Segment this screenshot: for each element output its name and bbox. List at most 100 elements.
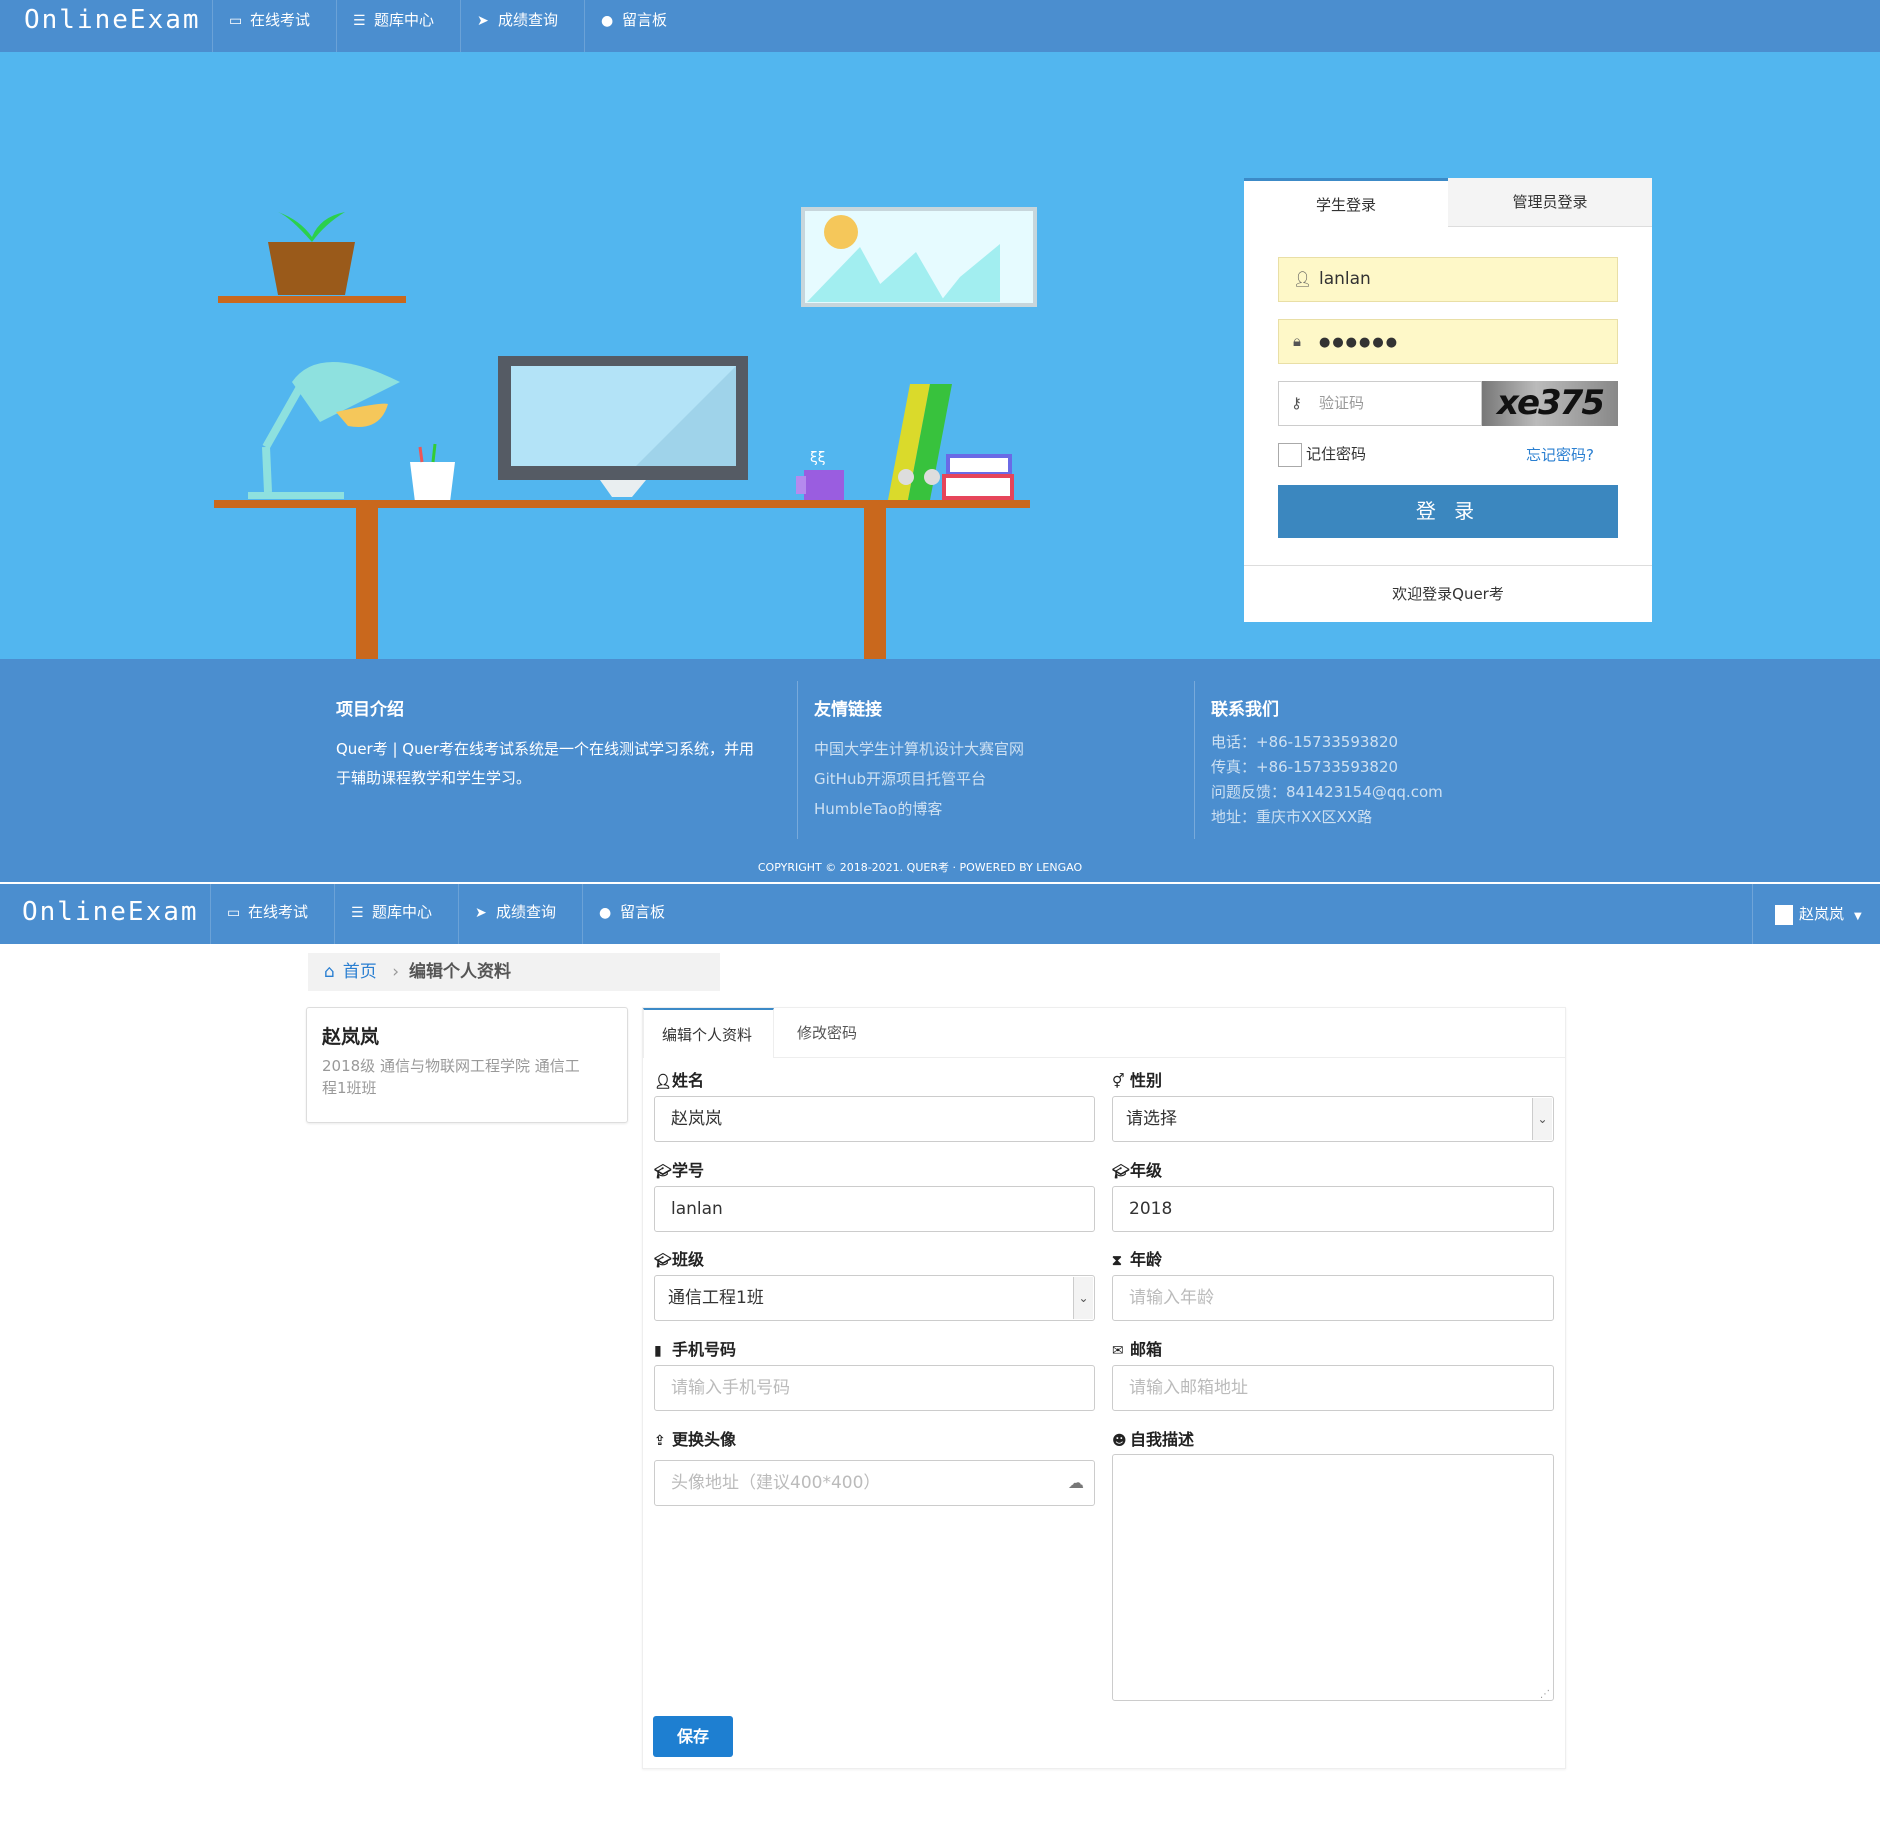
avatar-label: ⇪ 更换头像 bbox=[654, 1426, 736, 1450]
captcha-placeholder: 验证码 bbox=[1319, 394, 1365, 412]
gender-icon: ⚥ bbox=[1112, 1074, 1125, 1090]
login-panel: 学生登录 管理员登录 👤︎ lanlan 🔒︎ ●●●●●● ⚷ 验证码 xe375 … bbox=[1244, 178, 1652, 622]
avatar-input[interactable]: 头像地址（建议400*400） ☁ bbox=[654, 1460, 1095, 1506]
phone-input[interactable]: 请输入手机号码 bbox=[654, 1365, 1095, 1411]
captcha-input[interactable]: ⚷ 验证码 bbox=[1278, 381, 1482, 426]
profile-name: 赵岚岚 bbox=[322, 1026, 380, 1048]
nav-label: 留言板 bbox=[622, 11, 668, 29]
label-text: 自我描述 bbox=[1130, 1430, 1195, 1449]
friend-link[interactable]: 中国大学生计算机设计大赛官网 bbox=[814, 734, 1024, 764]
contact-email: 问题反馈：841423154@qq.com bbox=[1211, 783, 1443, 801]
top-navbar: OnlineExam ▭ 在线考试 ☰ 题库中心 ➤ 成绩查询 ● 留言板 bbox=[0, 0, 1880, 52]
nav-question-bank[interactable]: ☰ 题库中心 bbox=[336, 0, 450, 52]
comment-icon: ● bbox=[599, 905, 612, 921]
friend-link[interactable]: HumbleTao的博客 bbox=[814, 794, 1024, 824]
contact-title: 联系我们 bbox=[1211, 700, 1279, 720]
nav-label: 成绩查询 bbox=[496, 903, 557, 921]
nav-label: 题库中心 bbox=[374, 11, 435, 29]
contact-fax: 传真：+86-15733593820 bbox=[1211, 758, 1399, 776]
desk-illustration: ξξ bbox=[214, 207, 1037, 659]
phone-label: ▮ 手机号码 bbox=[654, 1336, 736, 1360]
footer-divider bbox=[797, 681, 798, 839]
avatar-placeholder: 头像地址（建议400*400） bbox=[671, 1473, 881, 1493]
breadcrumb-current: 编辑个人资料 bbox=[409, 962, 512, 982]
captcha-image[interactable]: xe375 bbox=[1482, 381, 1618, 426]
nav-message-board[interactable]: ● 留言板 bbox=[584, 0, 683, 52]
tab-admin-login[interactable]: 管理员登录 bbox=[1448, 178, 1652, 227]
nav-label: 成绩查询 bbox=[498, 11, 559, 29]
email-label: ✉ 邮箱 bbox=[1112, 1336, 1162, 1360]
login-button[interactable]: 登 录 bbox=[1278, 485, 1618, 538]
friend-link[interactable]: GitHub开源项目托管平台 bbox=[814, 764, 1024, 794]
label-text: 年级 bbox=[1130, 1161, 1163, 1180]
name-input[interactable]: 赵岚岚 bbox=[654, 1096, 1095, 1142]
about-line: Quer考 | Quer考在线考试系统是一个在线测试学习系统，并用 bbox=[336, 740, 755, 758]
cloud-upload-icon[interactable]: ☁ bbox=[1068, 1461, 1084, 1505]
avatar bbox=[1775, 904, 1793, 925]
links-title: 友情链接 bbox=[814, 700, 882, 720]
nav-label: 在线考试 bbox=[248, 903, 309, 921]
remember-checkbox[interactable]: 记住密码 bbox=[1278, 442, 1366, 467]
links-list: 中国大学生计算机设计大赛官网 GitHub开源项目托管平台 HumbleTao的… bbox=[814, 734, 1024, 824]
smile-icon: ☻ bbox=[1112, 1433, 1127, 1449]
breadcrumb-home[interactable]: 首页 bbox=[343, 962, 377, 982]
contact-phone: 电话：+86-15733593820 bbox=[1211, 733, 1399, 751]
brand-logo[interactable]: OnlineExam bbox=[24, 0, 201, 52]
resize-handle-icon[interactable]: ⋰ bbox=[1540, 1689, 1550, 1700]
gender-select[interactable]: 请选择 ⌄ bbox=[1112, 1096, 1554, 1142]
tab-change-password[interactable]: 修改密码 bbox=[779, 1008, 875, 1058]
password-value: ●●●●●● bbox=[1319, 335, 1400, 350]
tab-underline bbox=[774, 1057, 1566, 1058]
tab-student-login[interactable]: 学生登录 bbox=[1244, 178, 1448, 227]
brand-logo[interactable]: OnlineExam bbox=[22, 884, 199, 936]
nav-online-exam[interactable]: ▭ 在线考试 bbox=[212, 0, 326, 52]
email-input[interactable]: 请输入邮箱地址 bbox=[1112, 1365, 1554, 1411]
bio-textarea[interactable]: ⋰ bbox=[1112, 1454, 1554, 1701]
grade-label: 🎓︎年级 bbox=[1112, 1157, 1162, 1181]
student-id-input[interactable]: lanlan bbox=[654, 1186, 1095, 1232]
footer-divider bbox=[1194, 681, 1195, 839]
lock-icon: 🔒︎ bbox=[1293, 332, 1301, 350]
forgot-password-link[interactable]: 忘记密码? bbox=[1526, 444, 1594, 465]
chevron-down-icon: ⌄ bbox=[1073, 1277, 1093, 1319]
nav-label: 题库中心 bbox=[372, 903, 433, 921]
caret-down-icon: ▼ bbox=[1854, 911, 1862, 922]
graduation-cap-icon: 🎓︎ bbox=[654, 1253, 672, 1269]
nav-label: 留言板 bbox=[620, 903, 666, 921]
save-button[interactable]: 保存 bbox=[653, 1716, 733, 1757]
age-input[interactable]: 请输入年龄 bbox=[1112, 1275, 1554, 1321]
nav-message-board[interactable]: ● 留言板 bbox=[582, 884, 681, 944]
paper-plane-icon: ➤ bbox=[477, 13, 489, 29]
about-line: 于辅助课程教学和学生学习。 bbox=[336, 769, 532, 787]
nav-question-bank[interactable]: ☰ 题库中心 bbox=[334, 884, 448, 944]
chevron-down-icon: ⌄ bbox=[1532, 1098, 1552, 1140]
envelope-icon: ✉ bbox=[1112, 1343, 1124, 1359]
key-icon: ⚷ bbox=[1291, 394, 1302, 412]
about-text: Quer考 | Quer考在线考试系统是一个在线测试学习系统，并用 于辅助课程教… bbox=[336, 735, 786, 793]
label-text: 邮箱 bbox=[1130, 1340, 1163, 1359]
name-label: 👤︎姓名 bbox=[654, 1067, 704, 1091]
graduation-cap-icon: 🎓︎ bbox=[654, 1164, 672, 1180]
tab-edit-profile[interactable]: 编辑个人资料 bbox=[643, 1008, 774, 1058]
nav-score-query[interactable]: ➤ 成绩查询 bbox=[458, 884, 572, 944]
username-field[interactable]: 👤︎ lanlan bbox=[1278, 257, 1618, 302]
profile-desc-line: 程1班班 bbox=[322, 1079, 377, 1097]
profile-desc: 2018级 通信与物联网工程学院 通信工 程1班班 bbox=[322, 1055, 612, 1099]
password-field[interactable]: 🔒︎ ●●●●●● bbox=[1278, 319, 1618, 364]
grade-input[interactable]: 2018 bbox=[1112, 1186, 1554, 1232]
nav-online-exam[interactable]: ▭ 在线考试 bbox=[210, 884, 324, 944]
about-title: 项目介绍 bbox=[336, 700, 404, 720]
age-label: ⧗ 年龄 bbox=[1112, 1246, 1162, 1270]
class-label: 🎓︎班级 bbox=[654, 1246, 704, 1270]
gender-selected: 请选择 bbox=[1126, 1109, 1177, 1129]
label-text: 班级 bbox=[672, 1250, 705, 1269]
class-select[interactable]: 通信工程1班 ⌄ bbox=[654, 1275, 1095, 1321]
label-text: 性别 bbox=[1130, 1071, 1163, 1090]
nav-score-query[interactable]: ➤ 成绩查询 bbox=[460, 0, 574, 52]
checkbox-box[interactable] bbox=[1278, 442, 1302, 467]
user-menu[interactable]: 赵岚岚 ▼ bbox=[1752, 884, 1880, 944]
label-text: 年龄 bbox=[1130, 1250, 1163, 1269]
label-text: 更换头像 bbox=[672, 1430, 737, 1449]
comment-icon: ● bbox=[601, 13, 614, 29]
monitor-icon: ▭ bbox=[227, 905, 241, 921]
